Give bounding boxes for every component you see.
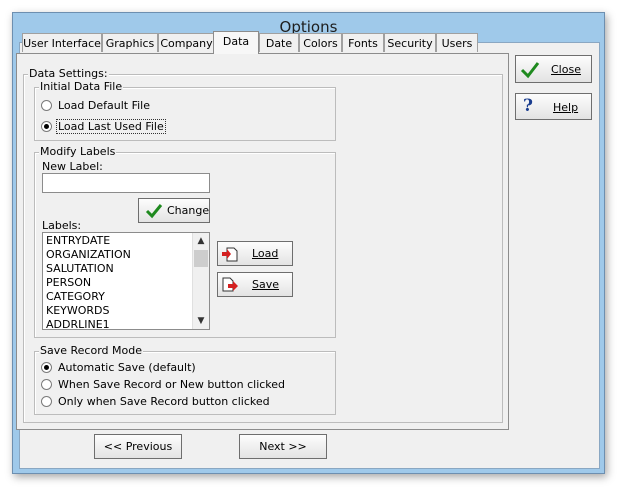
automatic-save-radio[interactable] [41, 362, 52, 373]
change-button[interactable]: Change [138, 198, 210, 223]
checkmark-icon [145, 204, 163, 219]
new-label-input[interactable] [42, 173, 210, 193]
change-button-label: Change [167, 204, 210, 217]
labels-caption: Labels: [42, 219, 82, 232]
list-item[interactable]: SALUTATION [46, 262, 114, 275]
scroll-down-icon[interactable]: ▼ [193, 313, 209, 329]
load-last-used-file-label[interactable]: Load Last Used File [56, 119, 166, 134]
tab-security[interactable]: Security [384, 33, 436, 52]
load-last-used-file-radio[interactable] [41, 121, 52, 132]
list-item[interactable]: CATEGORY [46, 290, 105, 303]
help-question-icon: ? [523, 96, 533, 116]
tab-users[interactable]: Users [436, 33, 478, 52]
initial-data-file-legend: Initial Data File [39, 80, 124, 93]
load-button[interactable]: Load [217, 241, 293, 266]
tab-fonts[interactable]: Fonts [342, 33, 384, 52]
modify-labels-legend: Modify Labels [39, 145, 117, 158]
save-on-button-label[interactable]: When Save Record or New button clicked [58, 378, 285, 391]
checkmark-icon [520, 62, 540, 79]
tab-data[interactable]: Data [213, 31, 259, 54]
previous-button-label: << Previous [103, 440, 173, 453]
help-button[interactable]: ? Help [515, 93, 592, 120]
tab-user-interface[interactable]: User Interface [22, 33, 102, 52]
save-record-only-label[interactable]: Only when Save Record button clicked [58, 395, 270, 408]
save-button-label: Save [252, 278, 280, 291]
close-button[interactable]: Close [515, 55, 592, 83]
automatic-save-label[interactable]: Automatic Save (default) [58, 361, 196, 374]
list-item[interactable]: ENTRYDATE [46, 234, 110, 247]
tab-graphics[interactable]: Graphics [102, 33, 158, 52]
list-item[interactable]: ORGANIZATION [46, 248, 131, 261]
load-default-file-radio[interactable] [41, 100, 52, 111]
scroll-up-icon[interactable]: ▲ [193, 233, 209, 249]
save-on-button-radio[interactable] [41, 379, 52, 390]
labels-listbox[interactable]: ENTRYDATE ORGANIZATION SALUTATION PERSON… [42, 232, 210, 330]
tab-colors[interactable]: Colors [299, 33, 342, 52]
tab-company[interactable]: Company [158, 33, 215, 52]
load-default-file-label[interactable]: Load Default File [58, 99, 150, 112]
scroll-thumb[interactable] [194, 250, 208, 267]
list-item[interactable]: KEYWORDS [46, 304, 110, 317]
next-button[interactable]: Next >> [239, 434, 327, 459]
tab-date[interactable]: Date [259, 33, 299, 52]
save-record-only-radio[interactable] [41, 396, 52, 407]
labels-scrollbar[interactable]: ▲ ▼ [192, 233, 209, 329]
save-record-mode-legend: Save Record Mode [39, 344, 143, 357]
load-button-label: Load [252, 247, 279, 260]
load-file-icon [222, 247, 238, 262]
save-button[interactable]: Save [217, 272, 293, 297]
help-button-label: Help [553, 101, 579, 114]
previous-button[interactable]: << Previous [94, 434, 182, 459]
new-label-caption: New Label: [42, 160, 103, 173]
save-file-icon [222, 277, 238, 292]
close-button-label: Close [551, 63, 581, 76]
data-settings-legend: Data Settings: [28, 67, 109, 80]
list-item[interactable]: ADDRLINE1 [46, 318, 110, 329]
next-button-label: Next >> [259, 440, 307, 453]
list-item[interactable]: PERSON [46, 276, 91, 289]
